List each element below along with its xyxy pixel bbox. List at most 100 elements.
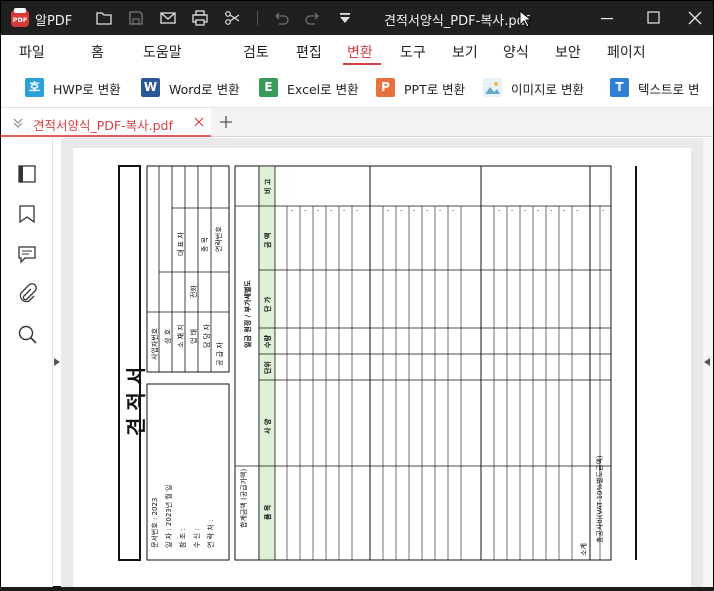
close-tab-icon[interactable] xyxy=(193,116,205,128)
svg-text:-: - xyxy=(439,207,441,214)
thumbnail-panel-icon[interactable] xyxy=(16,163,38,185)
menu-page[interactable]: 페이지 xyxy=(607,42,646,62)
total-cost-label: 총공사비(VAT 10%별도금액) xyxy=(596,455,604,543)
doc-info-contact: 연 락 처 : xyxy=(207,519,215,548)
add-tab-icon[interactable] xyxy=(218,114,234,130)
convert-hwp-button[interactable]: 호 HWP로 변환 xyxy=(25,74,135,100)
svg-text:-: - xyxy=(563,207,565,214)
svg-text:-: - xyxy=(291,207,293,214)
minimize-button[interactable] xyxy=(595,7,619,29)
quick-access-dropdown-icon[interactable] xyxy=(335,8,355,28)
collapse-right-panel-icon[interactable] xyxy=(704,358,710,366)
menu-file[interactable]: 파일 xyxy=(19,42,45,62)
redo-icon[interactable] xyxy=(303,8,323,28)
convert-hwp-label: HWP로 변환 xyxy=(53,82,121,97)
app-window: PDF 알PDF 견적서양식_PDF-복사.pdf 파일 홈 도움말 검토 편집… xyxy=(0,0,714,587)
estimate-title: 견 적 서 xyxy=(124,366,148,436)
svg-text:-: - xyxy=(550,207,552,214)
ppt-icon: P xyxy=(376,78,395,97)
convert-word-label: Word로 변환 xyxy=(169,82,240,97)
menu-tools[interactable]: 도구 xyxy=(400,42,426,62)
document-tab-label: 견적서양식_PDF-복사.pdf xyxy=(33,118,173,133)
menu-home[interactable]: 홈 xyxy=(91,42,104,62)
doc-info-recipient: 수 신 : xyxy=(193,528,201,548)
supplier-label-company: 상 호 xyxy=(164,328,172,344)
active-menu-indicator xyxy=(343,63,381,65)
supplier-label-business-no: 사업자번호 xyxy=(151,327,159,360)
document-viewer[interactable]: ------ ------ ------- - 견 적 서 사업자번호 상 호 … xyxy=(61,138,703,587)
total-amount-label: 합계금액 (공급가액) xyxy=(240,468,248,528)
bookmark-icon[interactable] xyxy=(16,203,38,225)
menu-form[interactable]: 양식 xyxy=(503,42,529,62)
document-tab-bar: 견적서양식_PDF-복사.pdf xyxy=(1,107,713,137)
svg-text:-: - xyxy=(400,207,402,214)
menu-security[interactable]: 보안 xyxy=(555,42,581,62)
hwp-icon: 호 xyxy=(25,78,44,97)
maximize-button[interactable] xyxy=(641,7,665,29)
excel-icon: E xyxy=(259,78,278,97)
menu-help[interactable]: 도움말 xyxy=(143,42,182,62)
supplier-label-item: 종 목 xyxy=(201,236,209,252)
image-icon xyxy=(483,78,502,97)
convert-ribbon: 호 HWP로 변환 W Word로 변환 E Excel로 변환 P PPT로 … xyxy=(1,67,713,107)
mouse-cursor-icon xyxy=(519,9,533,28)
convert-excel-label: Excel로 변환 xyxy=(287,82,359,97)
column-remarks: 비 고 xyxy=(264,178,272,194)
convert-text-label: 텍스트로 변 xyxy=(638,82,700,97)
supplier-label-manager: 담 당 자 xyxy=(203,324,211,348)
pdf-page: ------ ------ ------- - 견 적 서 사업자번호 상 호 … xyxy=(73,148,691,587)
svg-text:-: - xyxy=(537,207,539,214)
supplier-label-business-type: 업 태 xyxy=(190,328,198,344)
save-icon[interactable] xyxy=(126,8,146,28)
document-tab[interactable]: 견적서양식_PDF-복사.pdf xyxy=(1,108,211,137)
convert-word-button[interactable]: W Word로 변환 xyxy=(141,74,253,100)
collapse-left-panel-icon[interactable] xyxy=(54,358,60,366)
comment-icon[interactable] xyxy=(16,243,38,265)
scissors-icon[interactable] xyxy=(222,8,242,28)
doc-info-date: 일 자 : 2023년 월 일 xyxy=(165,484,173,549)
title-bar: PDF 알PDF 견적서양식_PDF-복사.pdf xyxy=(1,1,713,35)
menu-edit[interactable]: 편집 xyxy=(296,42,322,62)
close-button[interactable] xyxy=(683,7,707,29)
alpdf-logo-icon: PDF xyxy=(11,8,29,27)
search-icon[interactable] xyxy=(16,323,38,345)
convert-excel-button[interactable]: E Excel로 변환 xyxy=(259,74,369,100)
convert-ppt-label: PPT로 변환 xyxy=(404,82,466,97)
mail-icon[interactable] xyxy=(158,8,178,28)
convert-image-label: 이미지로 변환 xyxy=(511,82,584,97)
svg-text:-: - xyxy=(343,207,345,214)
svg-text:-: - xyxy=(356,207,358,214)
convert-text-button[interactable]: T 텍스트로 변 xyxy=(610,74,713,100)
attachment-icon[interactable] xyxy=(16,283,38,305)
toolbar-separator xyxy=(257,11,258,25)
convert-image-button[interactable]: 이미지로 변환 xyxy=(483,74,601,100)
svg-text:-: - xyxy=(426,207,428,214)
supplier-label-address: 소 재 지 xyxy=(177,324,185,348)
svg-text:-: - xyxy=(330,207,332,214)
app-name: 알PDF xyxy=(35,14,73,29)
item-row-lines xyxy=(286,206,601,560)
supplier-label-contact: 연락번호 xyxy=(215,226,223,252)
menu-convert[interactable]: 변환 xyxy=(347,42,373,62)
supplier-label-ceo: 대 표 자 xyxy=(177,232,185,256)
svg-text:PDF: PDF xyxy=(13,16,28,24)
column-quantity: 수량 xyxy=(264,335,272,348)
convert-ppt-button[interactable]: P PPT로 변환 xyxy=(376,74,476,100)
column-unit-price: 단 가 xyxy=(264,296,272,312)
svg-text:-: - xyxy=(602,207,604,214)
menu-view[interactable]: 보기 xyxy=(452,42,478,62)
svg-text:-: - xyxy=(511,207,513,214)
document-title: 견적서양식_PDF-복사.pdf xyxy=(384,14,530,29)
open-folder-icon[interactable] xyxy=(94,8,114,28)
svg-text:-: - xyxy=(498,207,500,214)
word-icon: W xyxy=(141,78,160,97)
chevron-double-down-icon[interactable] xyxy=(11,116,25,130)
menu-review[interactable]: 검토 xyxy=(243,42,269,62)
column-amount: 금 액 xyxy=(264,232,272,248)
left-panel-sidebar xyxy=(1,138,53,587)
svg-text:-: - xyxy=(576,207,578,214)
print-icon[interactable] xyxy=(190,8,210,28)
column-unit: 단위 xyxy=(264,361,272,374)
undo-icon[interactable] xyxy=(271,8,291,28)
summary-amount-title: 일금 원정 / 부가세별도 xyxy=(244,280,252,348)
